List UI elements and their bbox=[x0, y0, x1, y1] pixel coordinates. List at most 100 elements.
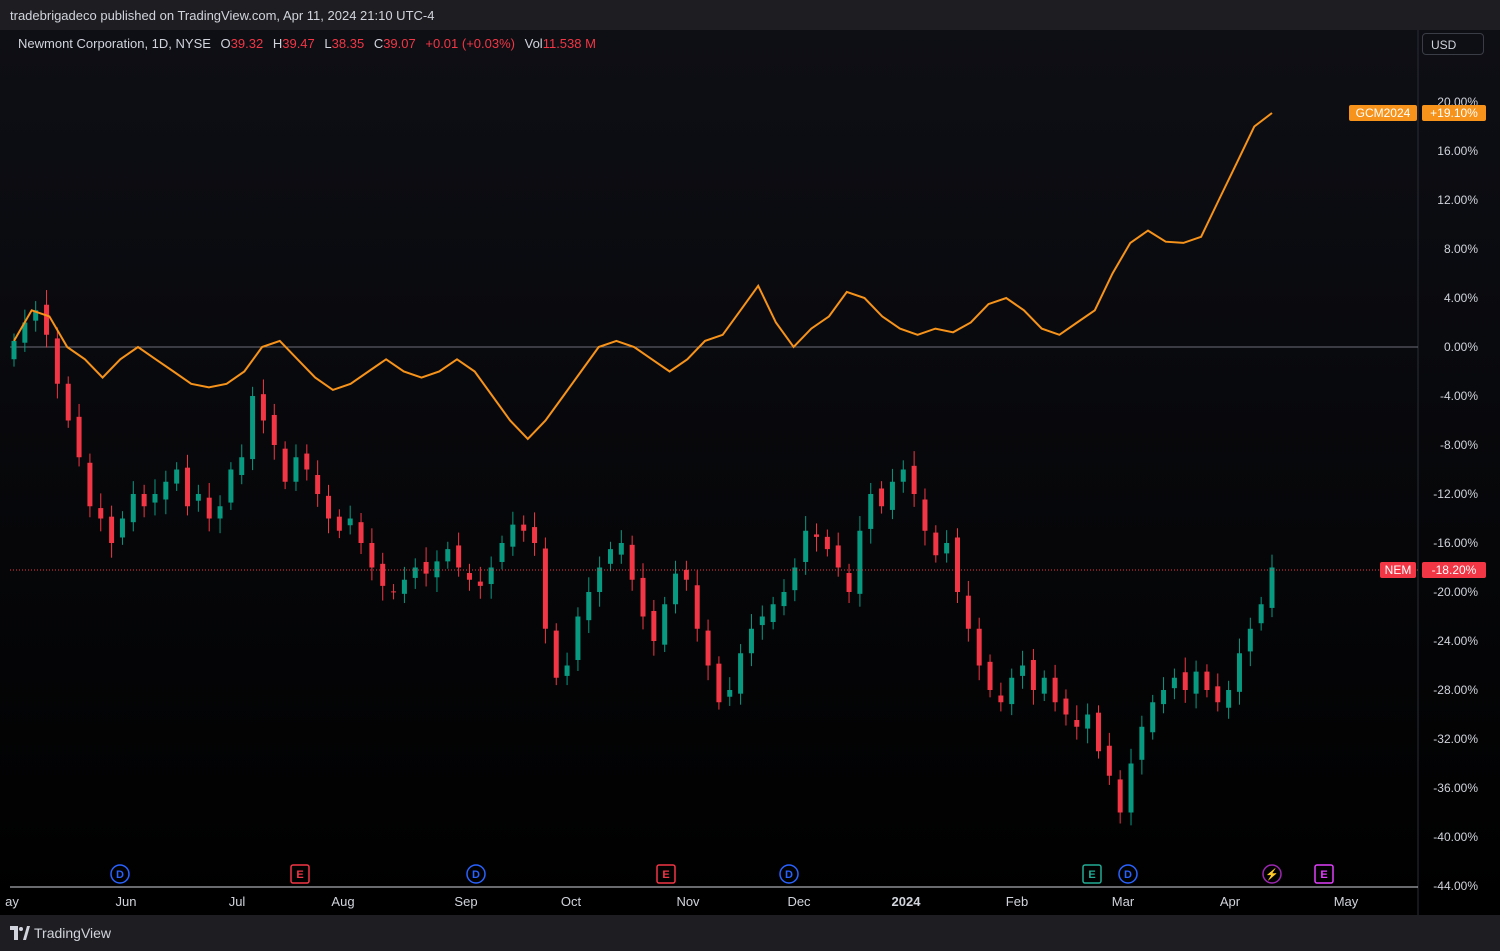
candle-body[interactable] bbox=[944, 543, 950, 554]
candle-body[interactable] bbox=[607, 549, 613, 564]
candle-body[interactable] bbox=[488, 567, 494, 585]
candle-body[interactable] bbox=[206, 497, 212, 519]
candle-body[interactable] bbox=[586, 592, 592, 621]
candle-body[interactable] bbox=[705, 630, 711, 666]
candle-body[interactable] bbox=[1258, 604, 1264, 624]
candle-body[interactable] bbox=[174, 469, 180, 484]
candle-body[interactable] bbox=[759, 616, 765, 626]
candle-body[interactable] bbox=[1074, 720, 1080, 727]
candle-body[interactable] bbox=[922, 499, 928, 531]
candle-body[interactable] bbox=[673, 573, 679, 605]
candle-body[interactable] bbox=[217, 506, 223, 519]
candle-body[interactable] bbox=[955, 537, 960, 592]
candle-body[interactable] bbox=[532, 527, 538, 543]
candle-body[interactable] bbox=[651, 610, 657, 641]
candle-body[interactable] bbox=[889, 481, 895, 510]
candle-body[interactable] bbox=[119, 518, 125, 538]
candle-body[interactable] bbox=[738, 653, 744, 694]
candle-body[interactable] bbox=[326, 495, 331, 519]
candle-body[interactable] bbox=[542, 548, 548, 629]
candle-body[interactable] bbox=[781, 592, 787, 607]
candle-body[interactable] bbox=[141, 494, 147, 507]
candle-body[interactable] bbox=[163, 481, 169, 500]
candle-body[interactable] bbox=[575, 616, 581, 660]
candle-body[interactable] bbox=[456, 545, 462, 568]
candle-body[interactable] bbox=[54, 338, 60, 384]
candle-body[interactable] bbox=[380, 563, 386, 586]
candle-body[interactable] bbox=[1009, 677, 1015, 705]
candle-body[interactable] bbox=[434, 561, 440, 578]
candle-body[interactable] bbox=[347, 518, 353, 526]
candle-body[interactable] bbox=[369, 543, 375, 568]
candle-body[interactable] bbox=[510, 524, 516, 547]
candle-body[interactable] bbox=[911, 465, 917, 494]
candle-body[interactable] bbox=[98, 508, 104, 519]
candle-body[interactable] bbox=[1247, 628, 1253, 652]
candle-body[interactable] bbox=[1095, 712, 1101, 752]
candle-body[interactable] bbox=[1204, 671, 1210, 690]
candle-body[interactable] bbox=[868, 494, 874, 529]
candle-body[interactable] bbox=[1161, 690, 1167, 705]
candle-body[interactable] bbox=[640, 577, 646, 617]
candle-body[interactable] bbox=[553, 630, 559, 678]
currency-button[interactable]: USD bbox=[1422, 33, 1484, 55]
candle-body[interactable] bbox=[271, 414, 277, 445]
candle-body[interactable] bbox=[11, 340, 17, 360]
candle-body[interactable] bbox=[748, 628, 754, 654]
candle-body[interactable] bbox=[423, 561, 429, 574]
candle-body[interactable] bbox=[412, 567, 418, 578]
price-chart[interactable]: 20.00%16.00%12.00%8.00%4.00%0.00%-4.00%-… bbox=[0, 0, 1500, 951]
candle-body[interactable] bbox=[1226, 690, 1232, 708]
candle-body[interactable] bbox=[185, 467, 191, 507]
candle-body[interactable] bbox=[1128, 763, 1134, 813]
candle-body[interactable] bbox=[857, 530, 863, 594]
candle-body[interactable] bbox=[770, 604, 776, 623]
candle-body[interactable] bbox=[998, 695, 1004, 703]
candle-body[interactable] bbox=[629, 544, 635, 580]
candle-body[interactable] bbox=[564, 665, 570, 676]
candle-body[interactable] bbox=[466, 573, 472, 580]
candle-body[interactable] bbox=[521, 524, 527, 531]
candle-body[interactable] bbox=[282, 448, 288, 482]
compare-line-gcm2024[interactable] bbox=[13, 112, 1273, 441]
candle-body[interactable] bbox=[965, 595, 971, 629]
candle-body[interactable] bbox=[391, 591, 397, 593]
candle-body[interactable] bbox=[987, 661, 993, 690]
candle-body[interactable] bbox=[662, 604, 668, 645]
candle-body[interactable] bbox=[1236, 653, 1242, 692]
candle-body[interactable] bbox=[879, 488, 885, 507]
candle-body[interactable] bbox=[1041, 677, 1047, 694]
candle-body[interactable] bbox=[933, 532, 939, 556]
candle-body[interactable] bbox=[716, 663, 722, 703]
candle-body[interactable] bbox=[1030, 659, 1036, 690]
candle-body[interactable] bbox=[727, 690, 733, 697]
candle-body[interactable] bbox=[195, 494, 201, 501]
candle-body[interactable] bbox=[824, 536, 830, 550]
candle-body[interactable] bbox=[976, 628, 982, 666]
candle-body[interactable] bbox=[1020, 665, 1026, 676]
candle-body[interactable] bbox=[1150, 702, 1156, 733]
candle-body[interactable] bbox=[1085, 714, 1091, 729]
candle-body[interactable] bbox=[597, 567, 603, 593]
candle-body[interactable] bbox=[152, 494, 158, 503]
candle-body[interactable] bbox=[401, 579, 407, 594]
candle-body[interactable] bbox=[260, 394, 266, 421]
candle-body[interactable] bbox=[477, 581, 483, 586]
tradingview-logo-icon[interactable] bbox=[10, 926, 30, 940]
candle-body[interactable] bbox=[1139, 726, 1145, 760]
candle-body[interactable] bbox=[358, 522, 364, 543]
candle-body[interactable] bbox=[792, 567, 798, 591]
candle-body[interactable] bbox=[694, 585, 700, 629]
candle-body[interactable] bbox=[445, 549, 451, 562]
candle-body[interactable] bbox=[846, 573, 852, 592]
candle-body[interactable] bbox=[304, 453, 310, 470]
candle-body[interactable] bbox=[683, 569, 689, 580]
candle-body[interactable] bbox=[250, 396, 256, 460]
candle-body[interactable] bbox=[1171, 677, 1177, 689]
candle-body[interactable] bbox=[1063, 698, 1069, 715]
candle-body[interactable] bbox=[1193, 671, 1199, 694]
candle-body[interactable] bbox=[814, 534, 820, 537]
candle-body[interactable] bbox=[835, 545, 841, 568]
candle-body[interactable] bbox=[239, 457, 245, 476]
candle-body[interactable] bbox=[315, 475, 321, 494]
